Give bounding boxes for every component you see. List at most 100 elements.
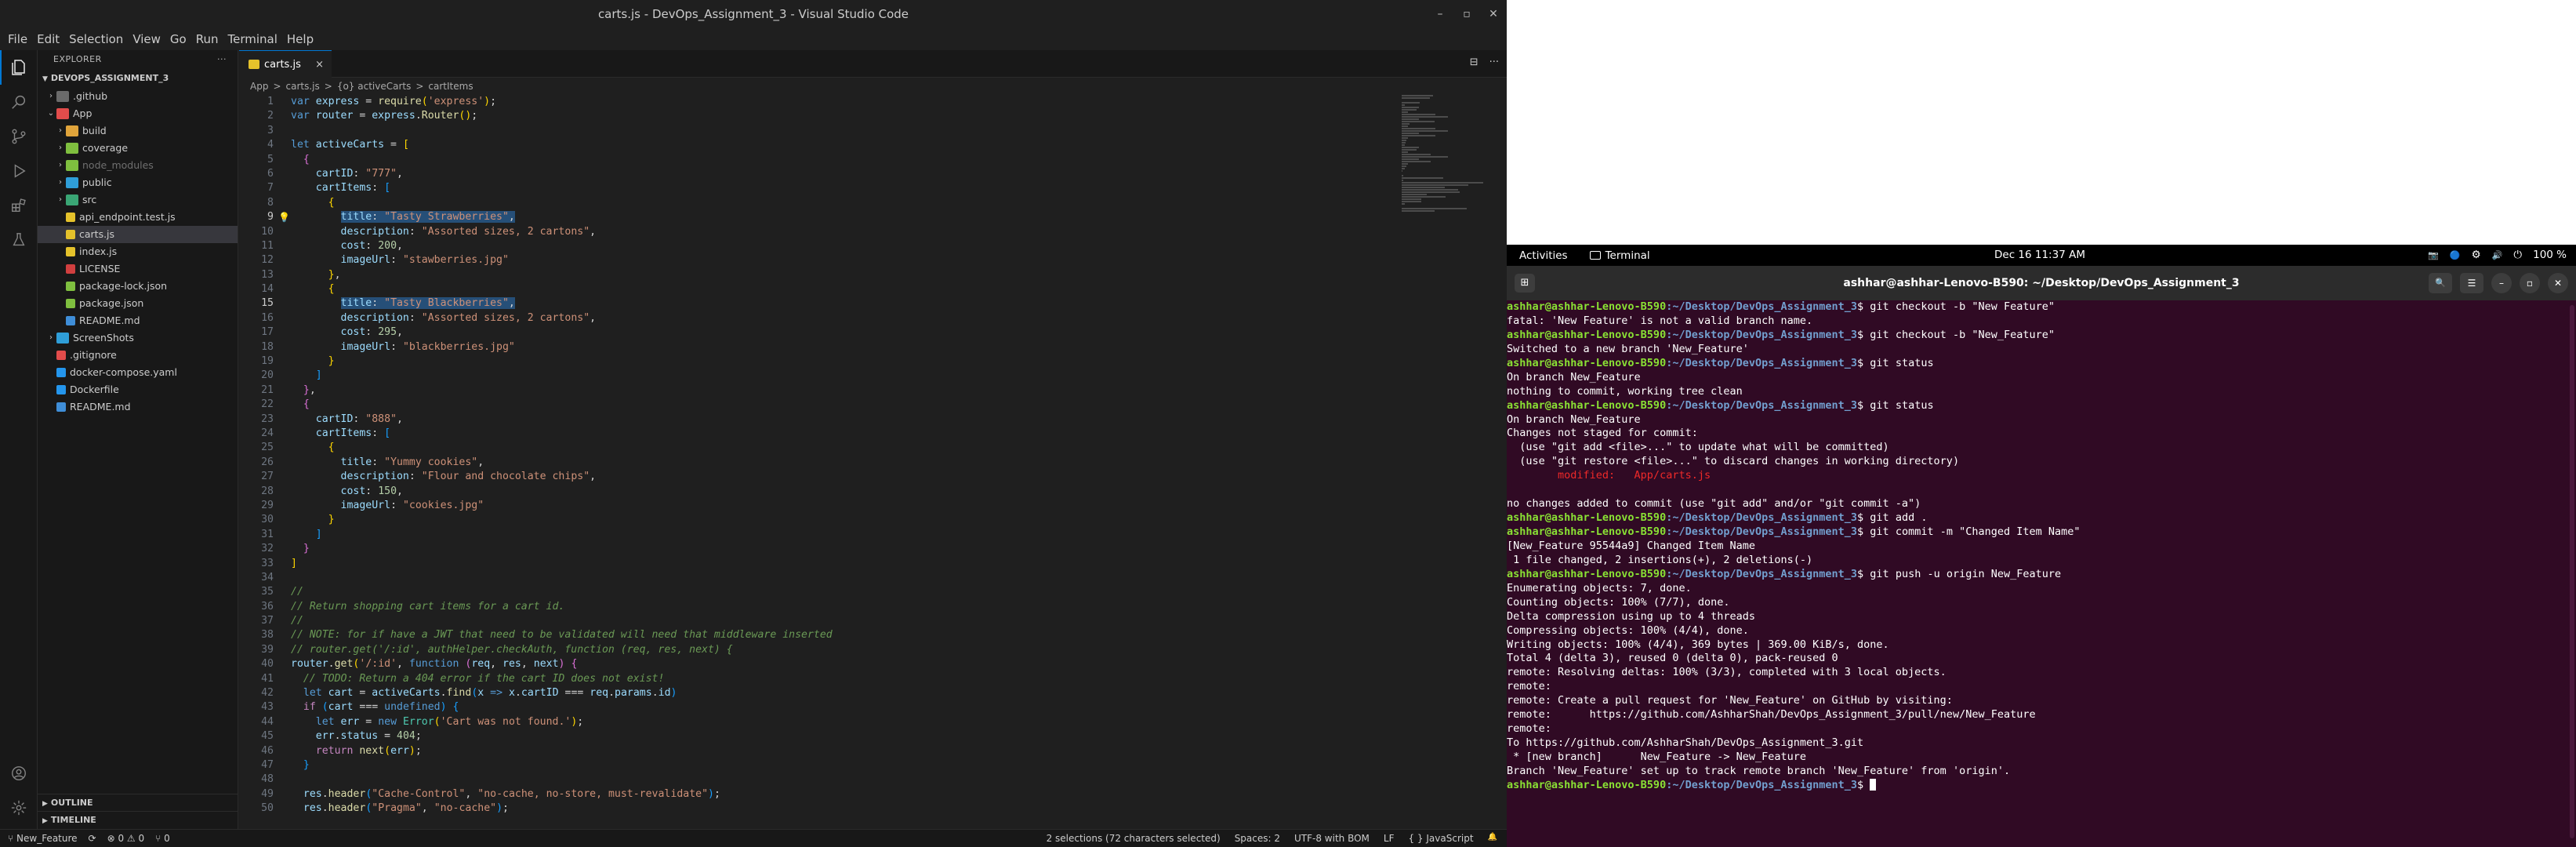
maximize-button[interactable]: ▫ <box>2520 273 2540 293</box>
tree-file[interactable]: api_endpoint.test.js <box>38 209 238 226</box>
code-token: , <box>590 471 597 483</box>
tree-folder[interactable]: ⌄ App <box>38 105 238 122</box>
menu-terminal[interactable]: Terminal <box>223 32 282 46</box>
menu-edit[interactable]: Edit <box>32 32 64 46</box>
code-token: find <box>446 687 472 700</box>
menu-file[interactable]: File <box>3 32 32 46</box>
account-icon[interactable] <box>0 756 38 791</box>
minimize-button[interactable]: – <box>2491 273 2512 293</box>
tree-folder[interactable]: › node_modules <box>38 157 238 174</box>
tree-item-label: carts.js <box>79 228 115 240</box>
tree-folder[interactable]: › src <box>38 191 238 209</box>
tree-folder[interactable]: › .github <box>38 88 238 105</box>
explorer-icon[interactable] <box>0 50 38 85</box>
close-button[interactable]: ✕ <box>1480 0 1507 28</box>
extensions-icon[interactable] <box>0 188 38 223</box>
tree-file[interactable]: index.js <box>38 243 238 260</box>
menu-help[interactable]: Help <box>282 32 318 46</box>
code-editor[interactable]: 1 var express = require('express'); 2 var r… <box>239 95 1507 829</box>
code-token: : <box>353 167 366 180</box>
code-token: title <box>340 211 372 224</box>
tree-file[interactable]: .gitignore <box>38 347 238 364</box>
close-button[interactable]: ✕ <box>2548 273 2568 293</box>
more-actions-icon[interactable]: ··· <box>217 50 227 69</box>
terminal-window: ⊞ ashhar@ashhar-Lenovo-B590: ~/Desktop/D… <box>1507 266 2576 847</box>
run-debug-icon[interactable] <box>0 154 38 188</box>
code-token: : <box>408 311 422 324</box>
tree-folder[interactable]: › build <box>38 122 238 140</box>
more-actions-icon[interactable]: ··· <box>1489 56 1499 68</box>
search-icon[interactable] <box>0 85 38 119</box>
menu-selection[interactable]: Selection <box>64 32 128 46</box>
breadcrumb-item[interactable]: carts.js <box>286 78 320 95</box>
tree-folder[interactable]: › coverage <box>38 140 238 157</box>
minimize-button[interactable]: – <box>1427 0 1453 28</box>
sync-icon[interactable]: ⟳ <box>89 833 96 844</box>
lightbulb-icon[interactable]: 💡 <box>278 210 290 224</box>
problems-status[interactable]: ⊗ 0 ⚠ 0 <box>107 833 145 844</box>
code-token: // <box>291 586 303 598</box>
tree-file[interactable]: carts.js <box>38 226 238 243</box>
timeline-section[interactable]: ▶ TIMELINE <box>38 811 238 828</box>
maximize-button[interactable]: ▫ <box>1453 0 1480 28</box>
menu-run[interactable]: Run <box>191 32 223 46</box>
project-root[interactable]: ▼ DEVOPS_ASSIGNMENT_3 <box>38 69 238 88</box>
indent-status[interactable]: Spaces: 2 <box>1235 833 1280 844</box>
code-token: new <box>378 715 403 728</box>
breadcrumb-item[interactable]: {o} activeCarts <box>337 78 412 95</box>
folder-icon <box>66 160 78 171</box>
tree-file[interactable]: package.json <box>38 295 238 312</box>
code-token: "Pragma" <box>372 802 422 815</box>
tab-carts-js[interactable]: carts.js × <box>239 50 332 78</box>
outline-section[interactable]: ▶ OUTLINE <box>38 794 238 811</box>
code-text: description: "Assorted sizes, 2 cartons"… <box>291 225 597 239</box>
search-icon[interactable]: 🔍 <box>2429 273 2452 293</box>
settings-gear-icon[interactable] <box>0 791 38 825</box>
vscode-window: carts.js - DevOps_Assignment_3 - Visual … <box>0 0 1507 847</box>
system-tray[interactable]: 📷 🔵 ⚙ 🔊 ⏻ 100 % <box>2428 245 2567 266</box>
eol-status[interactable]: LF <box>1384 833 1395 844</box>
new-tab-icon[interactable]: ⊞ <box>1515 274 1535 293</box>
encoding-status[interactable]: UTF-8 with BOM <box>1294 833 1370 844</box>
hamburger-menu-icon[interactable]: ☰ <box>2460 273 2483 293</box>
code-token: cost <box>340 239 366 252</box>
tree-file[interactable]: package-lock.json <box>38 278 238 295</box>
language-status[interactable]: { } JavaScript <box>1408 833 1473 844</box>
tree-file[interactable]: Dockerfile <box>38 381 238 398</box>
menu-view[interactable]: View <box>128 32 165 46</box>
notifications-bell-icon[interactable]: 🔔 <box>1488 833 1497 844</box>
terminal-text: $ git status <box>1857 356 1934 369</box>
tree-file[interactable]: README.md <box>38 312 238 329</box>
tree-file[interactable]: README.md <box>38 398 238 416</box>
activities-button[interactable]: Activities <box>1507 249 1568 262</box>
branch-status[interactable]: ⑂ New_Feature <box>8 833 78 844</box>
code-token: ; <box>577 715 584 728</box>
minimap[interactable] <box>1402 95 1496 283</box>
clock[interactable]: Dec 16 11:37 AM <box>1994 245 2085 266</box>
code-token: var <box>291 110 316 122</box>
tree-folder[interactable]: › public <box>38 174 238 191</box>
split-editor-icon[interactable]: ⊟ <box>1470 56 1478 68</box>
terminal-scrollbar[interactable] <box>2570 305 2574 838</box>
terminal-output[interactable]: ashhar@ashhar-Lenovo-B590:~/Desktop/DevO… <box>1507 300 2576 847</box>
tree-file[interactable]: LICENSE <box>38 260 238 278</box>
close-tab-icon[interactable]: × <box>315 59 324 71</box>
source-control-icon[interactable] <box>0 119 38 154</box>
testing-icon[interactable] <box>0 223 38 257</box>
breadcrumb-item[interactable]: App <box>250 78 268 95</box>
code-line: 47 } <box>239 758 1507 772</box>
menu-go[interactable]: Go <box>165 32 191 46</box>
code-token: undefined <box>384 701 441 714</box>
code-token: activeCarts <box>372 687 441 700</box>
breadcrumb-item[interactable]: cartItems <box>428 78 473 95</box>
ports-status[interactable]: ⑂ 0 <box>155 833 170 844</box>
tree-file[interactable]: docker-compose.yaml <box>38 364 238 381</box>
tree-folder[interactable]: › ScreenShots <box>38 329 238 347</box>
app-menu[interactable]: Terminal <box>1568 249 1650 262</box>
terminal-text: Compressing objects: 100% (4/4), done. <box>1507 623 1749 637</box>
code-token: err <box>340 715 360 728</box>
code-token: title <box>340 456 372 468</box>
selection-status[interactable]: 2 selections (72 characters selected) <box>1047 833 1221 844</box>
